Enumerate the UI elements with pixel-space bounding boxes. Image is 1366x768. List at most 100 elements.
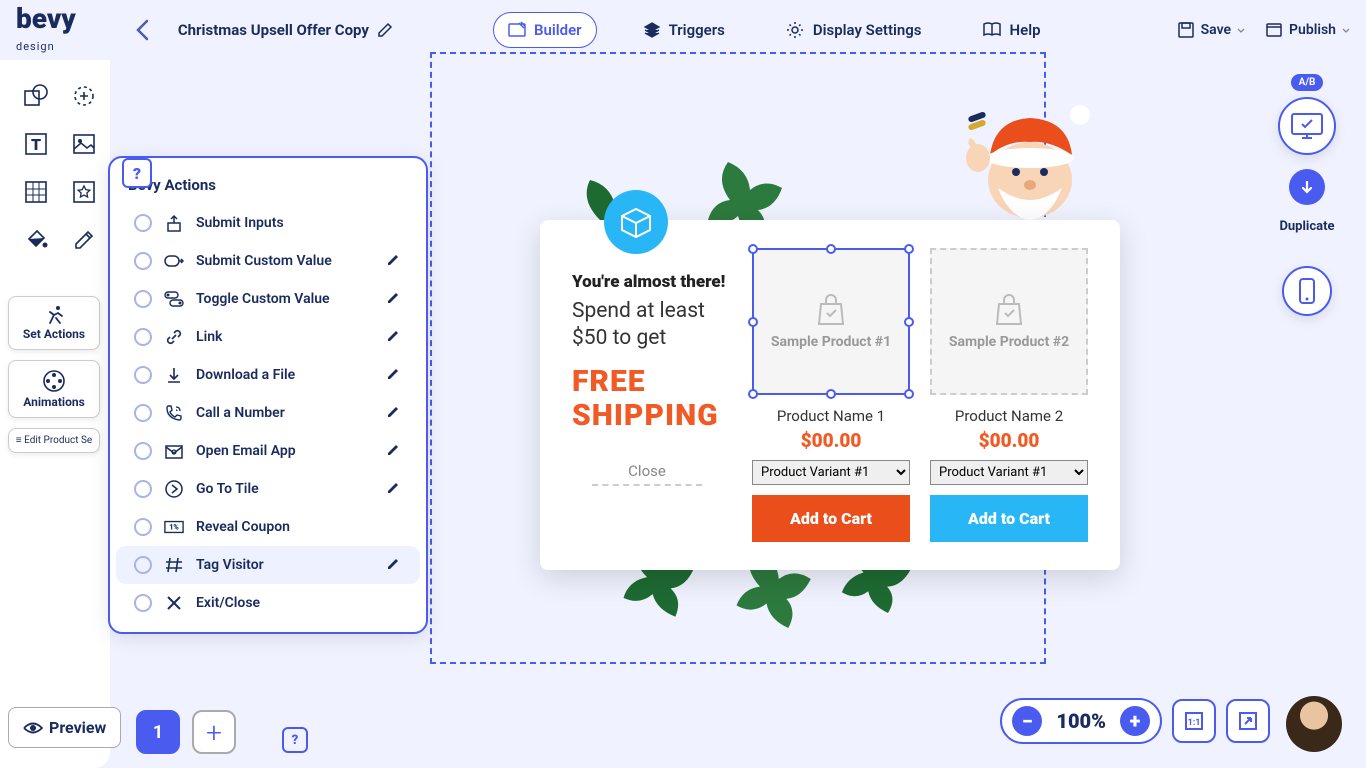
bag-icon xyxy=(994,294,1024,326)
fullscreen-button[interactable] xyxy=(1226,699,1270,743)
desktop-view-button[interactable] xyxy=(1278,97,1336,155)
product-column-1: Sample Product #1 Product Name 1 $00.00 … xyxy=(752,248,910,542)
action-submit-inputs[interactable]: Submit Inputs xyxy=(116,204,420,242)
builder-icon xyxy=(508,21,526,39)
ab-test-badge[interactable]: A/B xyxy=(1291,74,1324,91)
action-download[interactable]: Download a File xyxy=(116,356,420,394)
upsell-popup: You're almost there! Spend at least $50 … xyxy=(540,220,1120,570)
pencil-icon[interactable] xyxy=(386,405,402,421)
product-placeholder-2[interactable]: Sample Product #2 xyxy=(930,248,1088,395)
fit-button[interactable]: 1:1 xyxy=(1172,699,1216,743)
tab-triggers[interactable]: Triggers xyxy=(629,13,739,47)
page-1[interactable]: 1 xyxy=(136,710,180,754)
action-email[interactable]: Open Email App xyxy=(116,432,420,470)
shape-tool-icon[interactable] xyxy=(20,80,52,112)
help-badge[interactable]: ? xyxy=(122,158,152,188)
arrow-down-icon xyxy=(1299,179,1315,195)
product-name: Product Name 2 xyxy=(955,407,1063,425)
top-bar: bevydesign Christmas Upsell Offer Copy B… xyxy=(0,0,1366,60)
mobile-view-button[interactable] xyxy=(1282,266,1332,316)
add-page-button[interactable]: + xyxy=(192,710,236,754)
book-icon xyxy=(982,22,1002,38)
document-title[interactable]: Christmas Upsell Offer Copy xyxy=(178,21,393,39)
goto-icon xyxy=(164,479,184,499)
email-icon xyxy=(164,441,184,461)
action-call[interactable]: Call a Number xyxy=(116,394,420,432)
phone-icon xyxy=(164,403,184,423)
add-to-cart-button[interactable]: Add to Cart xyxy=(752,495,910,542)
bag-icon xyxy=(816,294,846,326)
save-icon xyxy=(1177,21,1195,39)
variant-select[interactable]: Product Variant #1 xyxy=(930,460,1088,485)
zoom-controls: − 100% + 1:1 xyxy=(1000,698,1270,744)
page-nav: 1 + ? xyxy=(136,710,308,754)
product-column-2: Sample Product #2 Product Name 2 $00.00 … xyxy=(930,248,1088,542)
add-to-cart-button[interactable]: Add to Cart xyxy=(930,495,1088,542)
santa-illustration xyxy=(960,100,1100,230)
tab-display-settings[interactable]: Display Settings xyxy=(771,12,936,48)
toggle-icon xyxy=(164,289,184,309)
right-controls: A/B Duplicate xyxy=(1278,74,1336,316)
help-badge-2[interactable]: ? xyxy=(282,727,308,753)
set-actions-button[interactable]: Set Actions xyxy=(8,296,100,350)
product-placeholder-1[interactable]: Sample Product #1 xyxy=(752,248,910,395)
popup-headline-2: Spend at least $50 to get xyxy=(572,298,732,353)
duplicate-label: Duplicate xyxy=(1279,219,1334,234)
close-link[interactable]: Close xyxy=(592,462,702,486)
action-submit-custom[interactable]: Submit Custom Value xyxy=(116,242,420,280)
pencil-icon[interactable] xyxy=(386,557,402,573)
user-avatar[interactable] xyxy=(1286,696,1342,752)
monitor-icon xyxy=(1290,112,1324,140)
product-price: $00.00 xyxy=(979,429,1040,452)
pencil-icon[interactable] xyxy=(386,329,402,345)
zoom-in-button[interactable]: + xyxy=(1120,706,1150,736)
actions-panel: Bevy Actions Submit Inputs Submit Custom… xyxy=(108,156,428,634)
tab-builder[interactable]: Builder xyxy=(493,12,597,48)
chevron-down-icon xyxy=(1342,28,1350,33)
submit-icon xyxy=(164,213,184,233)
tab-help[interactable]: Help xyxy=(968,13,1055,47)
star-tool-icon[interactable] xyxy=(68,176,100,208)
image-tool-icon[interactable] xyxy=(68,128,100,160)
fill-tool-icon[interactable] xyxy=(20,224,52,256)
action-goto-tile[interactable]: Go To Tile xyxy=(116,470,420,508)
pencil-icon[interactable] xyxy=(386,443,402,459)
duplicate-button[interactable] xyxy=(1289,169,1325,205)
close-icon xyxy=(164,593,184,613)
action-toggle-custom[interactable]: Toggle Custom Value xyxy=(116,280,420,318)
save-button[interactable]: Save xyxy=(1177,21,1245,39)
product-name: Product Name 1 xyxy=(777,407,885,425)
publish-button[interactable]: Publish xyxy=(1265,21,1350,39)
popup-headline-1: You're almost there! xyxy=(572,272,732,292)
edit-icon[interactable] xyxy=(377,22,393,38)
action-tag-visitor[interactable]: Tag Visitor xyxy=(116,546,420,584)
pencil-icon[interactable] xyxy=(386,253,402,269)
download-icon xyxy=(164,365,184,385)
layers-icon xyxy=(643,21,661,39)
text-tool-icon[interactable]: T xyxy=(20,128,52,160)
panel-title: Bevy Actions xyxy=(110,176,426,204)
eye-icon xyxy=(23,721,43,735)
fit-icon: 1:1 xyxy=(1183,710,1205,732)
variant-select[interactable]: Product Variant #1 xyxy=(752,460,910,485)
back-button[interactable] xyxy=(126,14,158,46)
nav-tabs: Builder Triggers Display Settings Help xyxy=(493,12,1055,48)
add-element-icon[interactable] xyxy=(68,80,100,112)
submit-custom-icon xyxy=(164,251,184,271)
running-icon xyxy=(42,305,66,325)
action-link[interactable]: Link xyxy=(116,318,420,356)
preview-button[interactable]: Preview xyxy=(8,707,121,748)
pencil-icon[interactable] xyxy=(386,367,402,383)
gear-icon xyxy=(785,20,805,40)
zoom-value: 100% xyxy=(1056,709,1106,733)
animations-button[interactable]: Animations xyxy=(8,360,100,418)
edit-product-button[interactable]: ≡ Edit Product Se xyxy=(8,428,100,453)
grid-tool-icon[interactable] xyxy=(20,176,52,208)
action-reveal-coupon[interactable]: 1%Reveal Coupon xyxy=(116,508,420,546)
pencil-icon[interactable] xyxy=(386,291,402,307)
action-exit-close[interactable]: Exit/Close xyxy=(116,584,420,622)
pencil-icon[interactable] xyxy=(386,481,402,497)
zoom-out-button[interactable]: − xyxy=(1012,706,1042,736)
expand-icon xyxy=(1238,711,1258,731)
draw-tool-icon[interactable] xyxy=(68,224,100,256)
